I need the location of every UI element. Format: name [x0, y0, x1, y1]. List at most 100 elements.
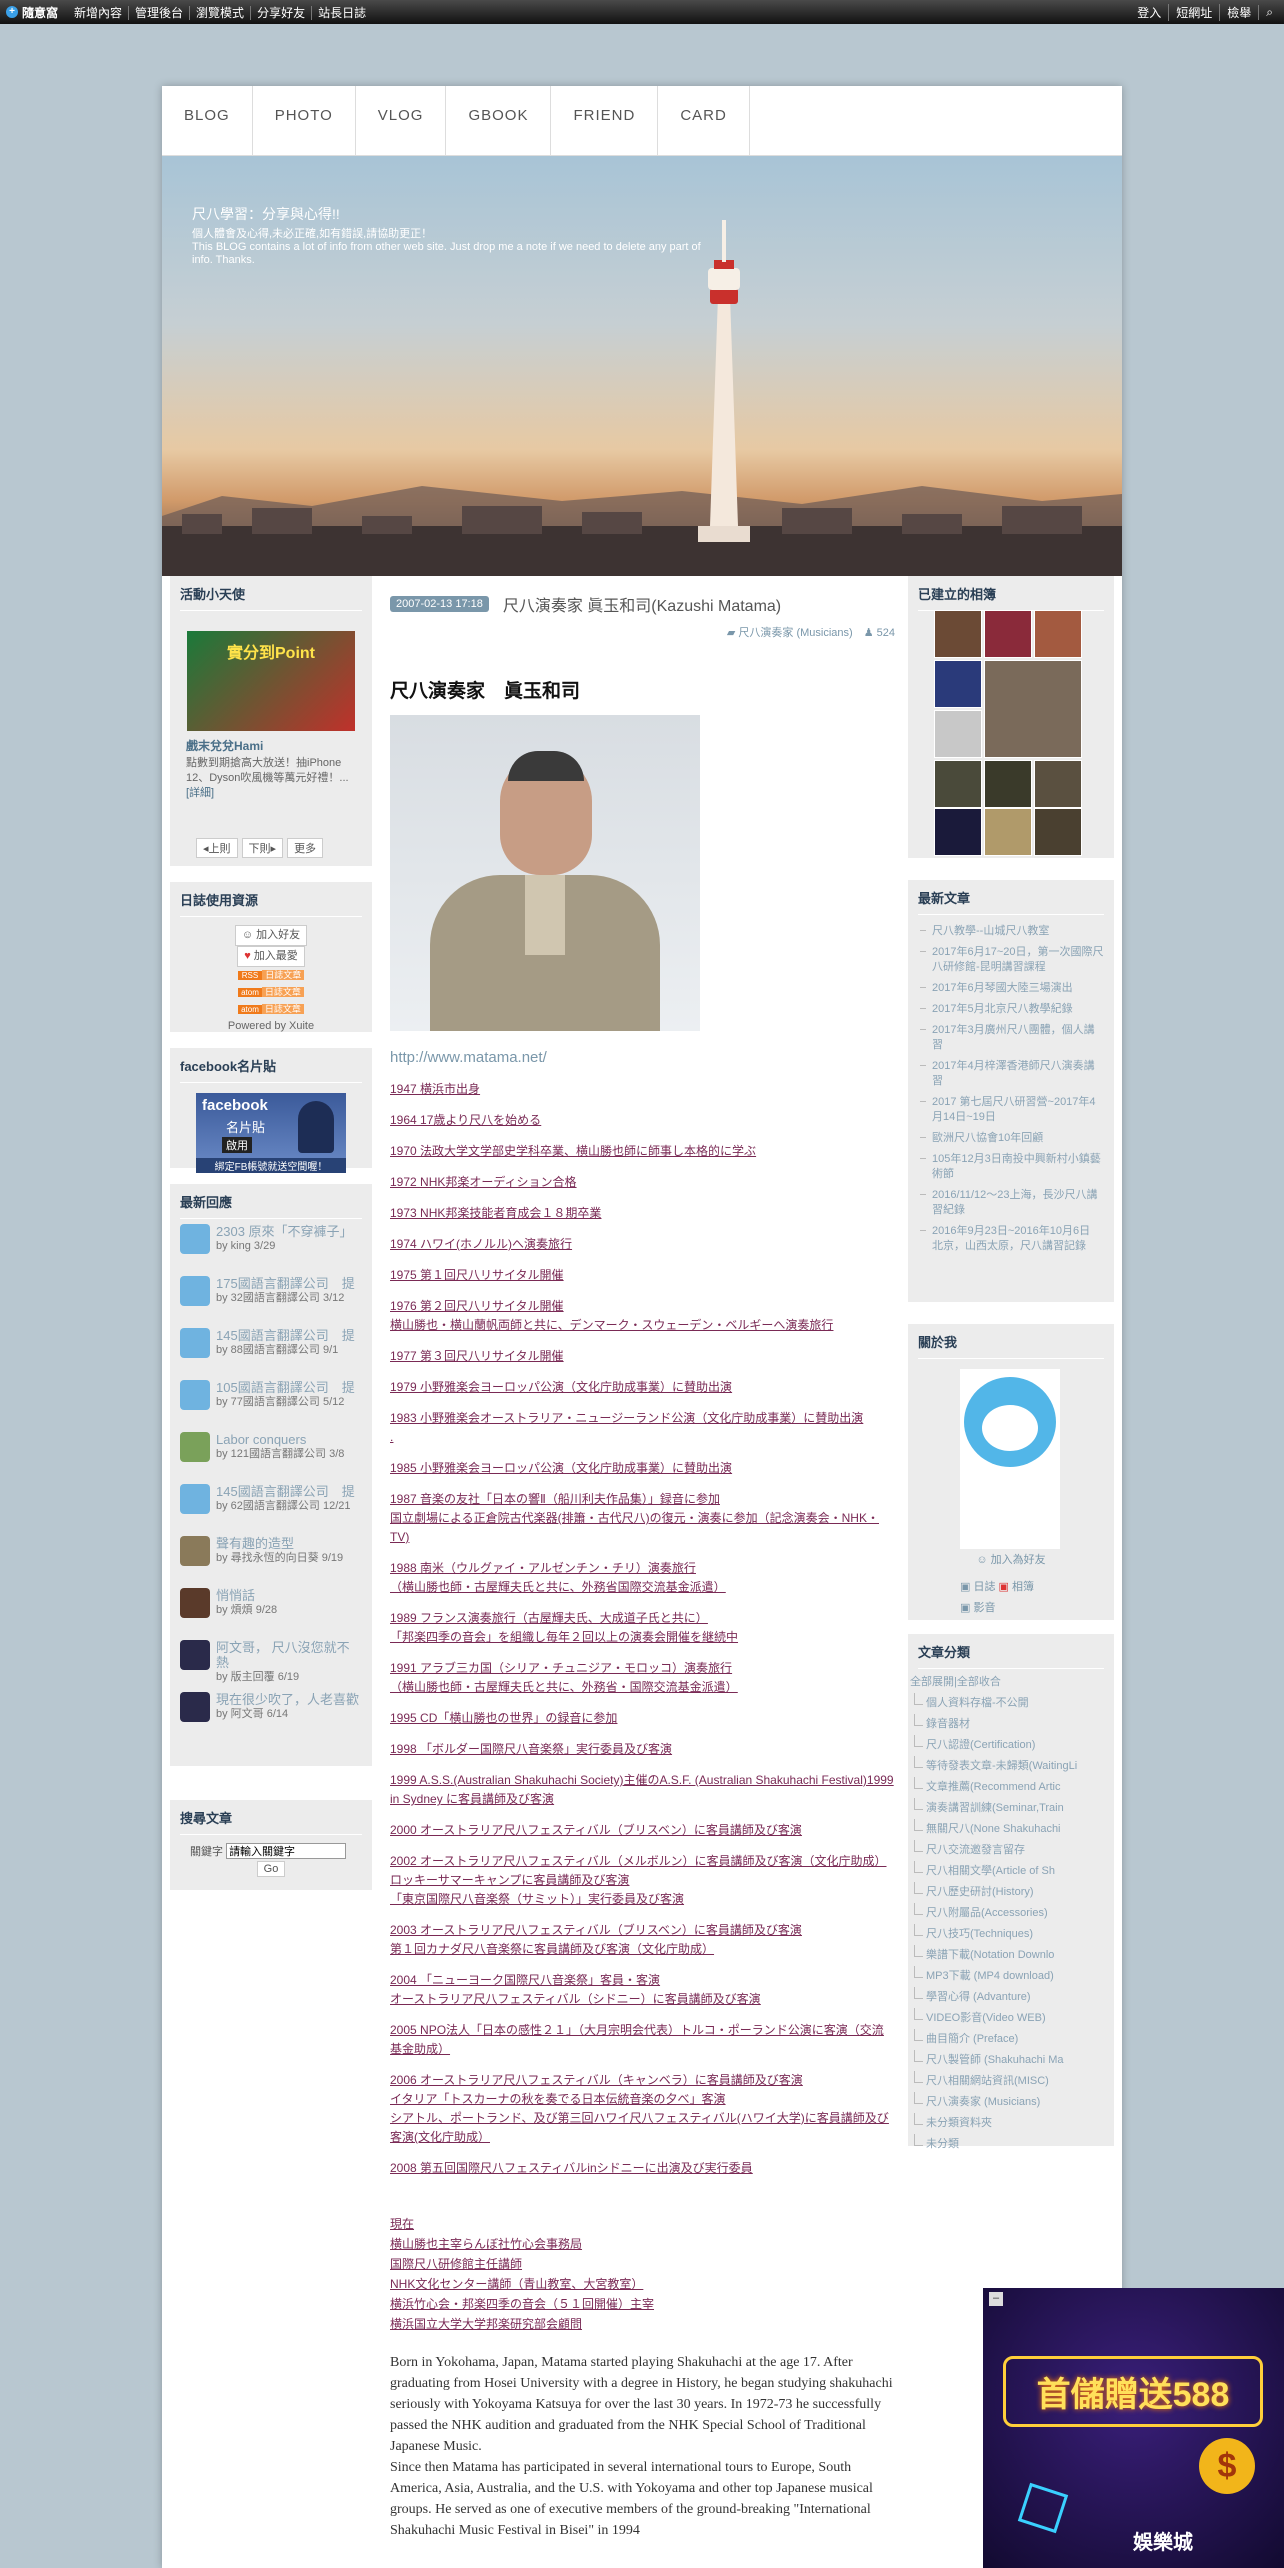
- latest-post-link[interactable]: 2017 第七屆尺八研習營~2017年4月14日~19日: [918, 1092, 1104, 1128]
- about-link-video[interactable]: 影音: [973, 1602, 995, 1614]
- search-input[interactable]: [226, 1843, 347, 1859]
- expand-collapse[interactable]: 全部展開|全部收合: [908, 1669, 1114, 1693]
- category-link[interactable]: MP3下載 (MP4 download): [908, 1966, 1114, 1987]
- category-link[interactable]: 曲目簡介 (Preface): [908, 2029, 1114, 2050]
- add-friend-link[interactable]: 加入為好友: [991, 1554, 1046, 1566]
- category-link[interactable]: 錄音器材: [908, 1714, 1114, 1735]
- search-go-button[interactable]: Go: [256, 1861, 286, 1877]
- top-link[interactable]: 瀏覽模式: [189, 5, 251, 20]
- top-link[interactable]: 分享好友: [250, 5, 312, 20]
- add-friend-button[interactable]: ☺ 加入好友: [234, 925, 308, 946]
- search-icon[interactable]: ⌕: [1258, 4, 1280, 20]
- xuite-logo[interactable]: + 隨意窩: [0, 4, 68, 21]
- post-category[interactable]: 尺八演奏家 (Musicians): [738, 627, 852, 639]
- album-thumb[interactable]: [984, 760, 1032, 808]
- tab-blog[interactable]: BLOG: [162, 86, 253, 156]
- tab-photo[interactable]: PHOTO: [253, 86, 356, 156]
- top-link[interactable]: 站長日誌: [311, 5, 373, 20]
- login-link[interactable]: 登入: [1130, 4, 1168, 21]
- about-link-photo[interactable]: 相簿: [1012, 1581, 1034, 1593]
- homepage-link[interactable]: http://www.matama.net/: [390, 1049, 895, 1066]
- category-link[interactable]: 個人資料存檔-不公開: [908, 1693, 1114, 1714]
- album-thumb[interactable]: [984, 610, 1032, 658]
- category-link[interactable]: 未分類: [908, 2134, 1114, 2155]
- album-thumb[interactable]: [934, 808, 982, 856]
- feed-atom-2[interactable]: atom 日誌文章: [170, 1001, 372, 1018]
- category-link[interactable]: 尺八演奏家 (Musicians): [908, 2092, 1114, 2113]
- album-thumb[interactable]: [934, 710, 982, 758]
- category-link[interactable]: 尺八認證(Certification): [908, 1735, 1114, 1756]
- timeline-entry: 1964 17歳より尺八を始める: [390, 1111, 895, 1130]
- reply-item[interactable]: Labor conquers by 121國語言翻譯公司 3/8: [170, 1427, 372, 1479]
- tab-vlog[interactable]: VLOG: [356, 86, 447, 156]
- tab-card[interactable]: CARD: [658, 86, 750, 156]
- more-button[interactable]: 更多: [287, 838, 324, 858]
- category-link[interactable]: 演奏講習訓練(Seminar,Train: [908, 1798, 1114, 1819]
- latest-post-link[interactable]: 105年12月3日南投中興新村小鎮藝術節: [918, 1149, 1104, 1185]
- category-link[interactable]: 文章推薦(Recommend Artic: [908, 1777, 1114, 1798]
- prev-button[interactable]: ◂上則: [196, 838, 238, 858]
- activity-ad-image[interactable]: 實分到Point: [187, 631, 355, 731]
- reply-item[interactable]: 悄悄話 by 煩煩 9/28: [170, 1583, 372, 1635]
- reply-item[interactable]: 105國語言翻譯公司 提 by 77國語言翻譯公司 5/12: [170, 1375, 372, 1427]
- latest-post-link[interactable]: 2017年4月梓澤香港師尺八演奏講習: [918, 1056, 1104, 1092]
- avatar: [180, 1380, 210, 1410]
- short-url-link[interactable]: 短網址: [1168, 3, 1219, 21]
- report-link[interactable]: 檢舉: [1219, 3, 1258, 21]
- reply-item[interactable]: 現在很少吹了，人老喜歡 by 阿文哥 6/14: [170, 1687, 372, 1739]
- timeline-entry: 2000 オーストラリア尺八フェスティバル（ブリスベン）に客員講師及び客演: [390, 1821, 895, 1840]
- latest-post-link[interactable]: 歐洲尺八協會10年回顧: [918, 1128, 1104, 1149]
- add-fav-button[interactable]: ♥ 加入最愛: [237, 946, 305, 967]
- album-thumb[interactable]: [1034, 610, 1082, 658]
- album-thumb[interactable]: [934, 660, 982, 708]
- reply-item[interactable]: 阿文哥， 尺八沒您就不熱 by 版主回覆 6/19: [170, 1635, 372, 1687]
- latest-post-link[interactable]: 2017年5月北京尺八教學紀錄: [918, 999, 1104, 1020]
- latest-post-link[interactable]: 2017年6月琴國大陸三場演出: [918, 978, 1104, 999]
- album-thumb[interactable]: [984, 660, 1082, 758]
- latest-post-link[interactable]: 2016/11/12～23上海，長沙尺八講習紀錄: [918, 1185, 1104, 1221]
- category-link[interactable]: 無關尺八(None Shakuhachi: [908, 1819, 1114, 1840]
- latest-post-link[interactable]: 2016年9月23日~2016年10月6日 北京，山西太原，尺八講習記錄: [918, 1221, 1104, 1257]
- top-link[interactable]: 新增內容: [68, 6, 128, 20]
- category-link[interactable]: 尺八技巧(Techniques): [908, 1924, 1114, 1945]
- album-thumb[interactable]: [1034, 808, 1082, 856]
- album-thumb[interactable]: [1034, 760, 1082, 808]
- musician-photo: [390, 715, 700, 1031]
- feed-atom-1[interactable]: atom 日誌文章: [170, 984, 372, 1001]
- album-thumb[interactable]: [934, 760, 982, 808]
- latest-post-link[interactable]: 2017年3月廣州尺八團體，個人講習: [918, 1020, 1104, 1056]
- latest-post-link[interactable]: 2017年6月17~20日，第一次國際尺八研修館-昆明講習課程: [918, 942, 1104, 978]
- reply-item[interactable]: 175國語言翻譯公司 提 by 32國語言翻譯公司 3/12: [170, 1271, 372, 1323]
- category-link[interactable]: 學習心得 (Advanture): [908, 1987, 1114, 2008]
- album-thumb[interactable]: [934, 610, 982, 658]
- timeline-line: 1976 第２回尺八リサイタル開催: [390, 1299, 564, 1313]
- reply-item[interactable]: 聲有趣的造型 by 尋找永恆的向日葵 9/19: [170, 1531, 372, 1583]
- category-link[interactable]: 樂譜下載(Notation Downlo: [908, 1945, 1114, 1966]
- category-link[interactable]: 尺八交流邀發言留存: [908, 1840, 1114, 1861]
- latest-post-link[interactable]: 尺八教學--山城尺八教室: [918, 921, 1104, 942]
- category-link[interactable]: 未分類資料夾: [908, 2113, 1114, 2134]
- reply-item[interactable]: 145國語言翻譯公司 提 by 62國語言翻譯公司 12/21: [170, 1479, 372, 1531]
- category-link[interactable]: 尺八相關文學(Article of Sh: [908, 1861, 1114, 1882]
- casino-ad-popup[interactable]: – 首儲贈送588 $ 娛樂城: [983, 2288, 1284, 2568]
- activity-more[interactable]: [詳細]: [186, 787, 214, 799]
- top-link[interactable]: 管理後台: [128, 5, 190, 20]
- category-link[interactable]: 等待發表文章-未歸類(WaitingLi: [908, 1756, 1114, 1777]
- category-link[interactable]: 尺八歷史研討(History): [908, 1882, 1114, 1903]
- about-link-blog[interactable]: 日誌: [973, 1581, 995, 1593]
- activity-link[interactable]: 戲末兌兌Hami: [170, 737, 372, 754]
- album-thumb[interactable]: [984, 808, 1032, 856]
- next-button[interactable]: 下則▸: [241, 838, 284, 858]
- tab-friend[interactable]: FRIEND: [551, 86, 659, 156]
- facebook-card[interactable]: facebook 名片貼 啟用 綁定FB帳號就送空間喔！: [196, 1093, 346, 1173]
- close-icon[interactable]: –: [989, 2292, 1003, 2306]
- tab-gbook[interactable]: GBOOK: [446, 86, 552, 156]
- category-link[interactable]: VIDEO影音(Video WEB): [908, 2008, 1114, 2029]
- reply-item[interactable]: 2303 原來「不穿褲子」 by king 3/29: [170, 1219, 372, 1271]
- timeline-entry: 1995 CD「横山勝也の世界」の録音に参加: [390, 1709, 895, 1728]
- category-link[interactable]: 尺八相關網站資訊(MISC): [908, 2071, 1114, 2092]
- category-link[interactable]: 尺八製管師 (Shakuhachi Ma: [908, 2050, 1114, 2071]
- reply-item[interactable]: 145國語言翻譯公司 提 by 88國語言翻譯公司 9/1: [170, 1323, 372, 1375]
- feed-rss[interactable]: RSS 日誌文章: [170, 967, 372, 984]
- category-link[interactable]: 尺八附屬品(Accessories): [908, 1903, 1114, 1924]
